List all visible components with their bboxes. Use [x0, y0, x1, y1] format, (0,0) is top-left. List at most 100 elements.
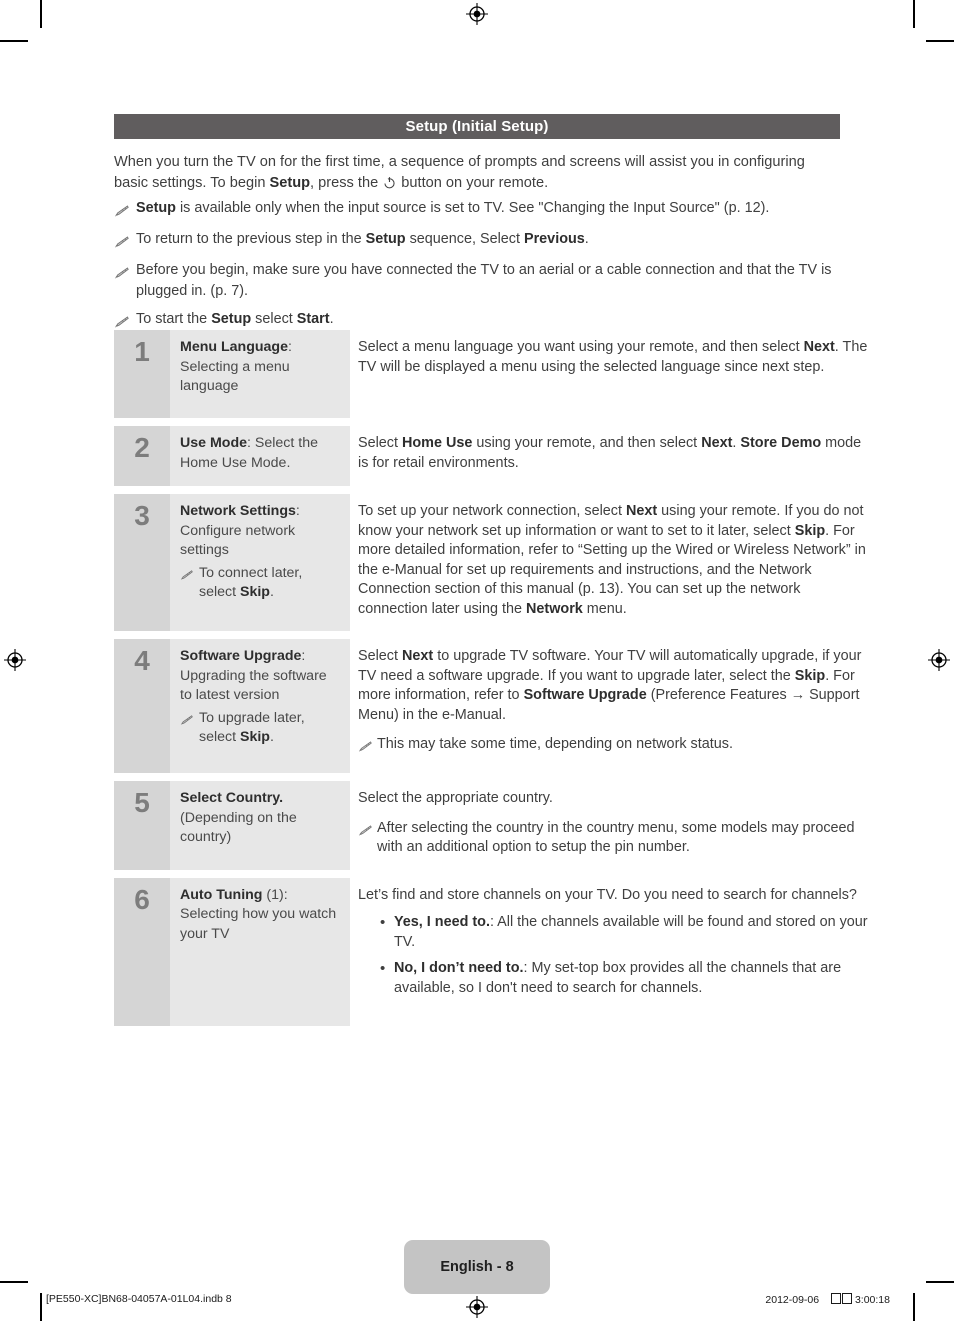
body-text: sequence, Select [405, 231, 524, 247]
emphasis-text: Network [526, 600, 583, 617]
emphasis-text: Next [701, 435, 733, 451]
note-text: To start the Setup select Start. [136, 309, 840, 330]
missing-glyph-2 [841, 1293, 852, 1304]
body-text: is available only when the input source … [175, 200, 770, 216]
crop-mark-bottom-left-horizontal [0, 1281, 28, 1283]
emphasis-text: Next [625, 503, 658, 519]
body-text: Selecting a menu language [180, 358, 290, 395]
emphasis-text: Software Upgrade [523, 687, 647, 703]
step-label-cell: Software Upgrade: Upgrading the software … [170, 639, 350, 773]
page-number-chip: English - 8 [404, 1240, 550, 1294]
registration-mark-left [4, 649, 26, 671]
note-text: To return to the previous step in the Se… [136, 229, 840, 250]
step-label-cell: Use Mode: Select the Home Use Mode. [170, 426, 350, 486]
row-spacer-cell [350, 773, 870, 781]
pencil-note-icon [358, 735, 377, 758]
emphasis-text: Network Settings [180, 503, 296, 519]
body-text: (Depending on the country) [180, 809, 297, 846]
row-spacer [114, 486, 870, 494]
body-text: To set up your network connection, selec… [358, 503, 626, 519]
table-row: 1 Menu Language: Selecting a menu language… [114, 330, 870, 418]
setup-steps-table: 1 Menu Language: Selecting a menu language… [114, 330, 870, 1026]
step-description-text: Select a menu language you want using yo… [358, 338, 870, 377]
step-number-cell: 3 [114, 494, 170, 631]
list-item: • No, I don’t need to.: My set-top box pr… [358, 959, 870, 998]
row-spacer-cell [114, 418, 170, 426]
body-text: . [584, 231, 589, 247]
crop-mark-top-right-horizontal [926, 40, 954, 42]
body-text: : [288, 339, 292, 355]
manual-page: Setup (Initial Setup) When you turn the … [114, 0, 870, 1321]
intro-paragraph: When you turn the TV on for the first ti… [114, 152, 840, 196]
step-label-text: Select Country. (Depending on the country… [180, 789, 338, 848]
body-text: Select the appropriate country. [358, 790, 553, 806]
body-text: Configure network settings [180, 522, 296, 559]
step-description-cell: To set up your network connection, selec… [350, 494, 870, 631]
pencil-note-icon [180, 564, 199, 587]
row-spacer-cell [114, 773, 170, 781]
step-number-cell: 2 [114, 426, 170, 486]
emphasis-text: No, I don’t need to. [394, 960, 524, 976]
emphasis-text: Home Use [402, 435, 473, 451]
step-label-cell: Menu Language: Selecting a menu language [170, 330, 350, 418]
pencil-note-icon [114, 260, 136, 284]
emphasis-text: Skip [240, 729, 270, 745]
emphasis-text: Menu Language [180, 339, 288, 355]
crop-mark-bottom-right-horizontal [926, 1281, 954, 1283]
registration-mark-right [928, 649, 950, 671]
step-number: 2 [134, 432, 150, 463]
row-spacer-cell [350, 418, 870, 426]
step-number: 6 [134, 883, 150, 915]
row-spacer-cell [114, 631, 170, 639]
option-bullet-list: • Yes, I need to.: All the channels avail… [358, 913, 870, 998]
step-description-cell: Let’s find and store channels on your TV… [350, 877, 870, 1026]
body-text: to upgrade TV software. Your TV will aut… [358, 648, 862, 684]
row-spacer [114, 773, 870, 781]
emphasis-text: Skip [240, 584, 270, 600]
step-description-subnote-text: After selecting the country in the count… [377, 819, 870, 858]
step-number: 3 [134, 500, 150, 531]
note-item: Before you begin, make sure you have con… [114, 260, 840, 302]
emphasis-text: Next [402, 648, 434, 664]
emphasis-text: Use Mode [180, 435, 248, 451]
step-label-text: Software Upgrade: Upgrading the software … [180, 647, 338, 706]
body-text: . [269, 584, 274, 600]
emphasis-text: Store Demo [740, 435, 822, 451]
intro-text-part2: , press the [310, 175, 383, 191]
note-list: Setup is available only when the input s… [114, 198, 840, 340]
table-row: 5 Select Country. (Depending on the countr… [114, 781, 870, 870]
step-description-cell: Select a menu language you want using yo… [350, 330, 870, 418]
step-description-text: Let’s find and store channels on your TV… [358, 886, 870, 906]
step-label-cell: Network Settings: Configure network setti… [170, 494, 350, 631]
row-spacer-cell [170, 631, 350, 639]
row-spacer [114, 869, 870, 878]
list-item: • Yes, I need to.: All the channels avail… [358, 913, 870, 952]
step-label-text: Auto Tuning (1): Selecting how you watch … [180, 886, 338, 945]
step-description-cell: Select Next to upgrade TV software. Your… [350, 639, 870, 773]
step-description-subnote-text: This may take some time, depending on ne… [377, 735, 870, 755]
print-file-text: [PE550-XC]BN68-04057A-01L04.indb 8 [46, 1293, 232, 1305]
step-label-cell: Auto Tuning (1): Selecting how you watch … [170, 877, 350, 1026]
intro-bold-setup: Setup [269, 175, 311, 191]
body-text: To return to the previous step in the [136, 231, 366, 247]
missing-glyph-1 [830, 1293, 841, 1304]
row-spacer-cell [170, 773, 350, 781]
emphasis-text: Next [803, 339, 835, 355]
body-text: using your remote, and then select [472, 435, 702, 451]
step-number-cell: 1 [114, 330, 170, 418]
body-text: Select [358, 435, 402, 451]
emphasis-text: Auto Tuning [180, 886, 263, 903]
print-timestamp: 2012-09-06 3:00:18 [765, 1293, 890, 1306]
step-number: 5 [134, 787, 150, 818]
step-description-subnote: After selecting the country in the count… [358, 819, 870, 858]
body-text: . [329, 311, 334, 327]
row-spacer-cell [350, 869, 870, 878]
step-description-text: Select the appropriate country. [358, 789, 870, 809]
emphasis-text: Skip [794, 522, 826, 539]
emphasis-text: Previous [523, 231, 585, 247]
step-number: 1 [134, 336, 150, 367]
row-spacer-cell [170, 486, 350, 494]
table-row: 2 Use Mode: Select the Home Use Mode. Sele… [114, 426, 870, 486]
row-spacer-cell [114, 869, 170, 878]
body-text: : [295, 503, 300, 519]
